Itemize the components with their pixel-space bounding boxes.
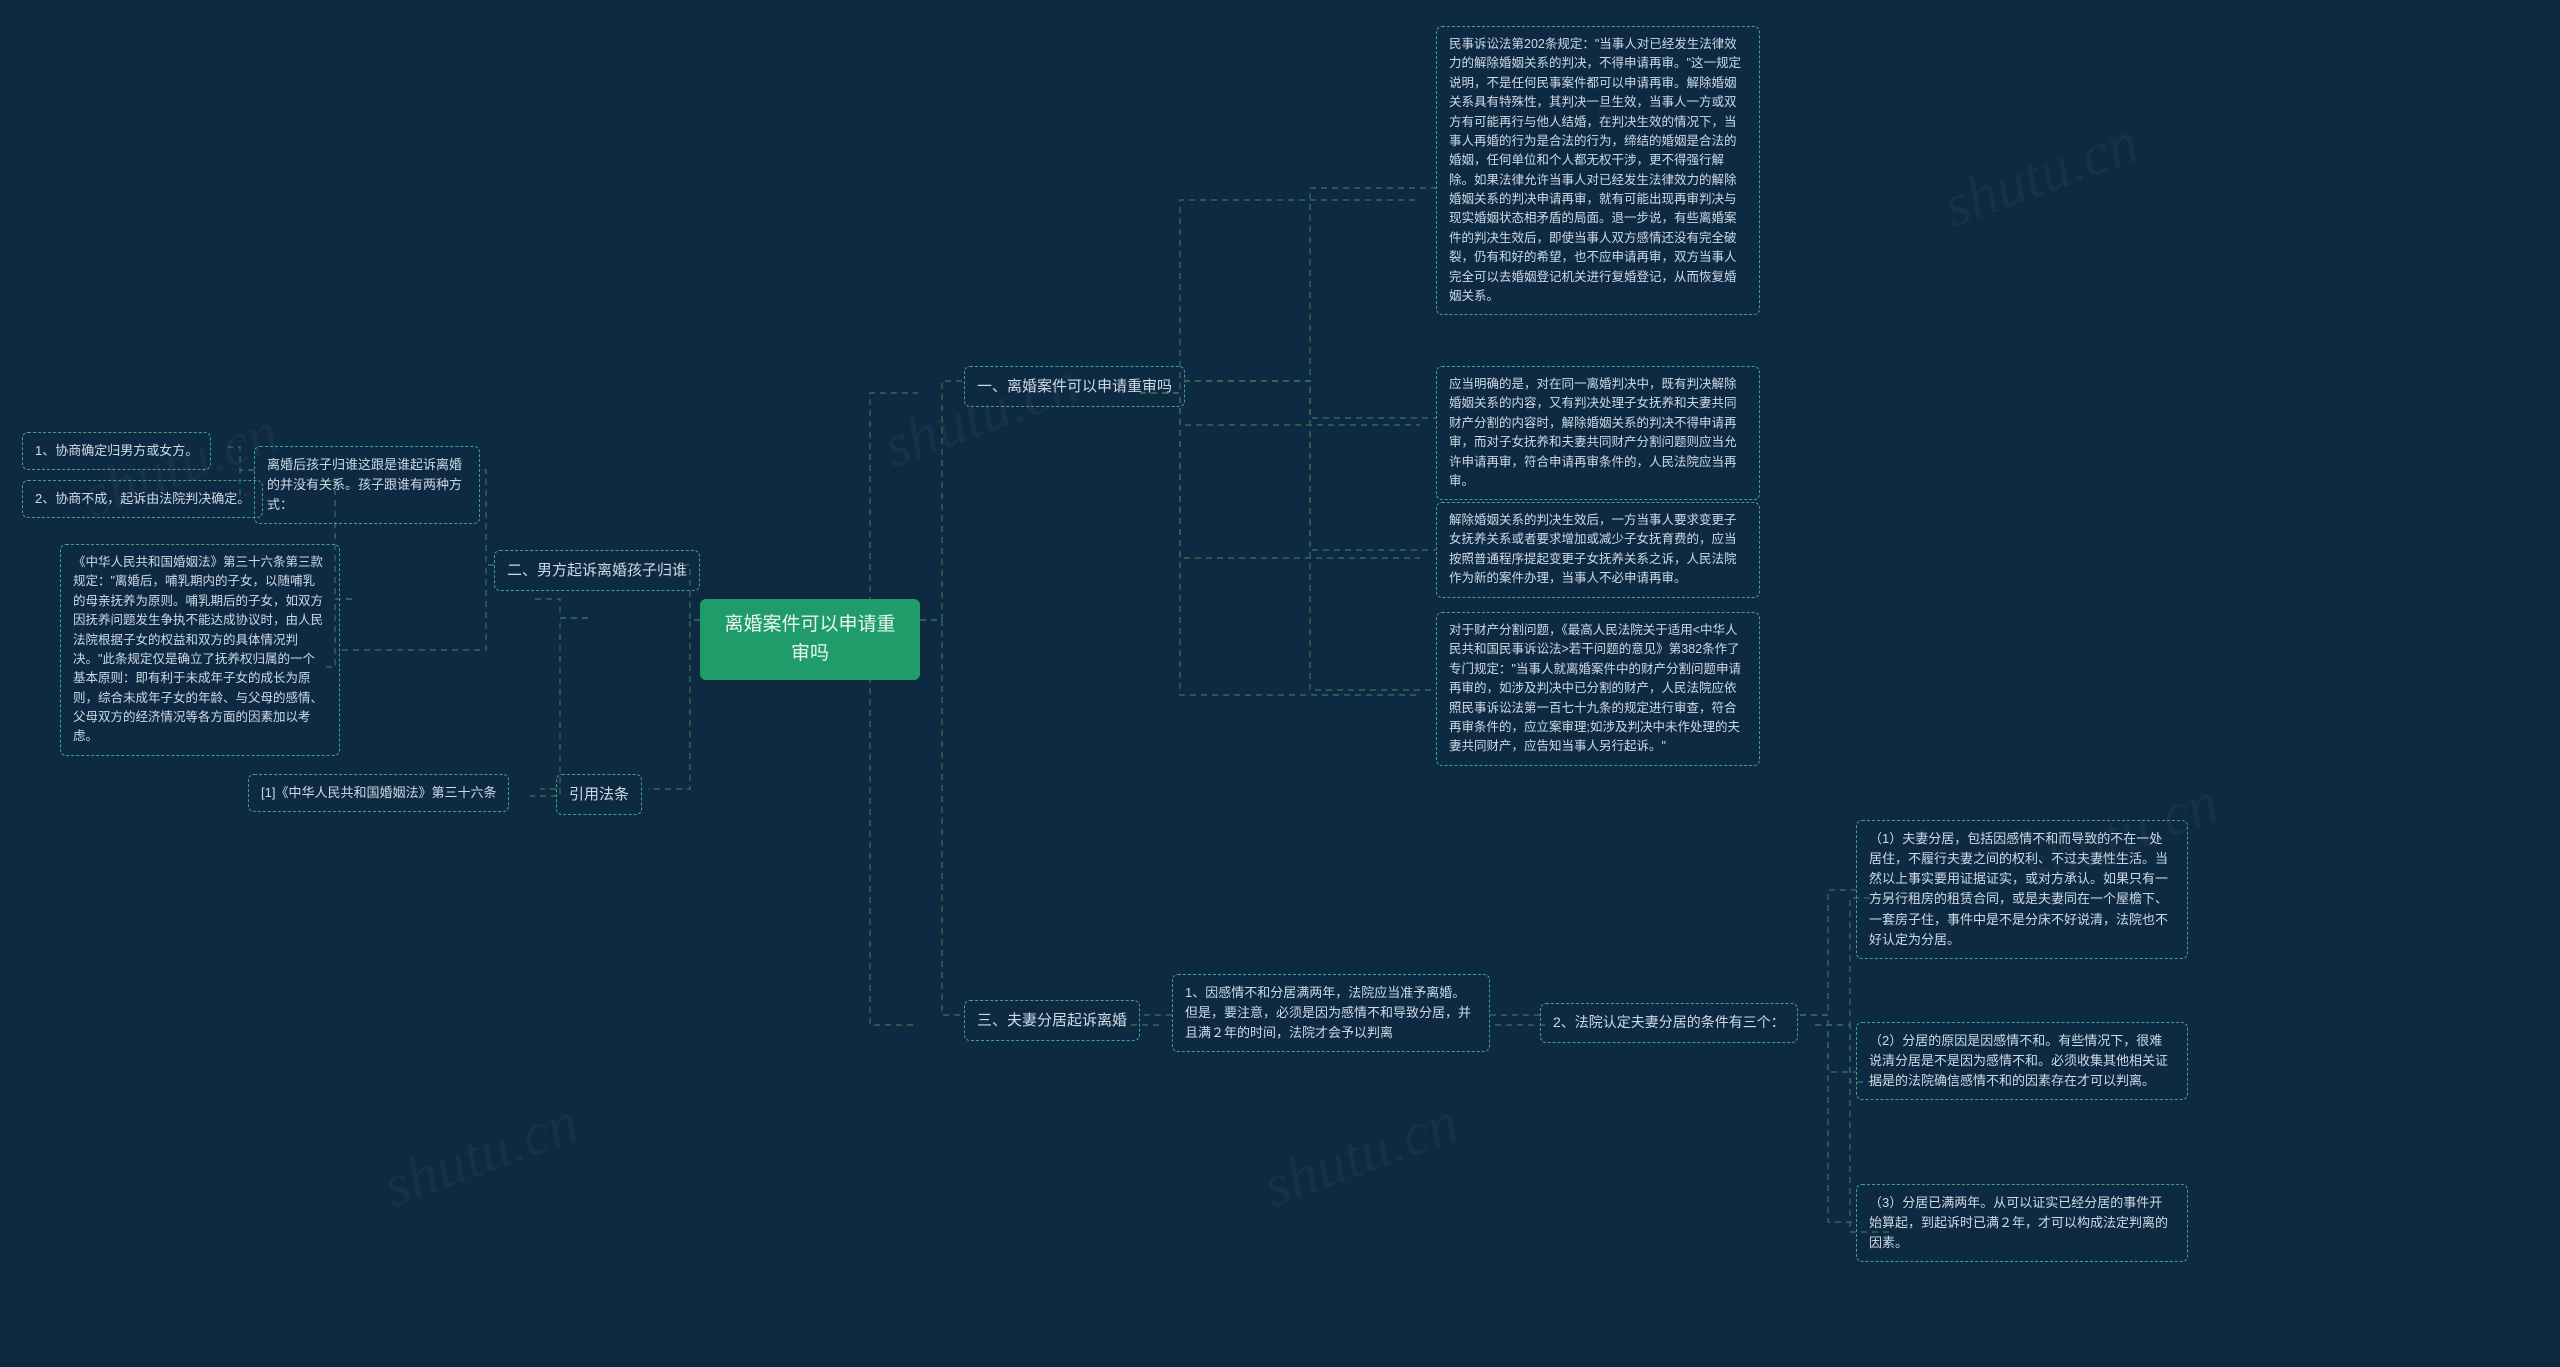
branch-3-p2-title: 2、法院认定夫妻分居的条件有三个：: [1540, 1003, 1798, 1043]
branch-1-p1: 民事诉讼法第202条规定："当事人对已经发生法律效力的解除婚姻关系的判决，不得申…: [1436, 26, 1760, 315]
branch-3-p1: 1、因感情不和分居满两年，法院应当准予离婚。但是，要注意，必须是因为感情不和导致…: [1172, 974, 1490, 1052]
watermark: shutu.cn: [1254, 1088, 1467, 1222]
branch-2-p2: 《中华人民共和国婚姻法》第三十六条第三款规定："离婚后，哺乳期内的子女，以随哺乳…: [60, 544, 340, 756]
branch-2-p1b: 2、协商不成，起诉由法院判决确定。: [22, 480, 263, 518]
branch-2-p1: 离婚后孩子归谁这跟是谁起诉离婚的并没有关系。孩子跟谁有两种方式：: [254, 446, 480, 524]
watermark: shutu.cn: [1934, 108, 2147, 242]
branch-1-title: 一、离婚案件可以申请重审吗: [964, 366, 1185, 407]
branch-refs-title: 引用法条: [556, 774, 642, 815]
branch-2-p1a: 1、协商确定归男方或女方。: [22, 432, 211, 470]
branch-refs-p1: [1]《中华人民共和国婚姻法》第三十六条: [248, 774, 509, 812]
mindmap-center: 离婚案件可以申请重审吗: [700, 599, 920, 680]
branch-3-title: 三、夫妻分居起诉离婚: [964, 1000, 1140, 1041]
branch-3-p2b: （2）分居的原因是因感情不和。有些情况下，很难说清分居是不是因为感情不和。必须收…: [1856, 1022, 2188, 1100]
branch-3-p2c: （3）分居已满两年。从可以证实已经分居的事件开始算起，到起诉时已满２年，才可以构…: [1856, 1184, 2188, 1262]
branch-1-p2: 应当明确的是，对在同一离婚判决中，既有判决解除婚姻关系的内容，又有判决处理子女抚…: [1436, 366, 1760, 500]
branch-2-title: 二、男方起诉离婚孩子归谁: [494, 550, 700, 591]
branch-3-p2a: （1）夫妻分居，包括因感情不和而导致的不在一处居住，不履行夫妻之间的权利、不过夫…: [1856, 820, 2188, 959]
branch-1-p4: 对于财产分割问题，《最高人民法院关于适用<中华人民共和国民事诉讼法>若干问题的意…: [1436, 612, 1760, 766]
watermark: shutu.cn: [374, 1088, 587, 1222]
branch-1-p3: 解除婚姻关系的判决生效后，一方当事人要求变更子女抚养关系或者要求增加或减少子女抚…: [1436, 502, 1760, 598]
